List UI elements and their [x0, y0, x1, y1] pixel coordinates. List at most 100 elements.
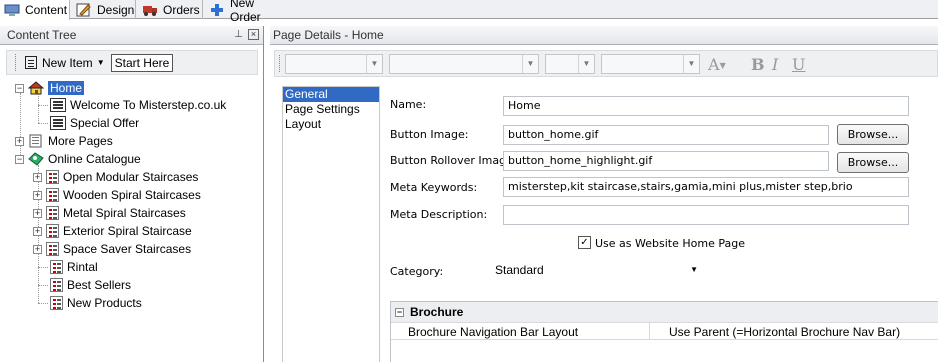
name-label: Name: — [390, 98, 427, 111]
tree-node-welcome[interactable]: Welcome To Misterstep.co.uk — [50, 96, 226, 114]
tree-node-space-saver[interactable]: + Space Saver Staircases — [33, 240, 191, 258]
main-tab-bar: Content Design Orders New Order — [0, 0, 938, 24]
browse-button-image[interactable]: Browse... — [837, 124, 909, 145]
tree-connector — [38, 93, 39, 123]
bold-button[interactable]: B — [751, 55, 765, 74]
tab-new-order[interactable]: New Order — [205, 0, 285, 24]
start-here-button[interactable]: Start Here — [110, 53, 174, 72]
button-image-field[interactable]: button_home.gif — [503, 125, 829, 145]
font-select[interactable]: ▼ — [389, 54, 539, 74]
tree-connector — [38, 123, 48, 124]
category-icon — [46, 206, 59, 220]
category-select[interactable]: Standard ▼ — [495, 263, 702, 281]
tree-node-best-sellers[interactable]: Best Sellers — [50, 276, 131, 294]
category-label: Category: — [390, 265, 444, 278]
tab-content[interactable]: Content — [0, 0, 70, 20]
section-general[interactable]: General — [283, 87, 379, 102]
chevron-down-icon: ▼ — [690, 265, 698, 274]
style-select[interactable]: ▼ — [285, 54, 383, 74]
collapse-toggle[interactable]: − — [395, 307, 404, 317]
paragraph-select[interactable]: ▼ — [601, 54, 700, 74]
tree-node-home[interactable]: − Home — [15, 79, 85, 97]
chevron-down-icon: ▼ — [719, 61, 726, 70]
font-size-select[interactable]: ▼ — [545, 54, 595, 74]
tree-node-label: Open Modular Staircases — [63, 170, 199, 184]
section-layout[interactable]: Layout — [283, 117, 379, 132]
expand-toggle[interactable]: + — [33, 172, 42, 182]
tree-node-label: Welcome To Misterstep.co.uk — [70, 98, 227, 112]
tree-node-rintal[interactable]: Rintal — [50, 258, 98, 276]
tree-node-label: More Pages — [48, 134, 113, 148]
tree-node-more-pages[interactable]: + More Pages — [15, 132, 113, 150]
tree-node-label: Rintal — [67, 260, 98, 274]
content-tree-header: Content Tree ⊥ × — [0, 26, 263, 45]
close-icon[interactable]: × — [248, 29, 259, 40]
chevron-down-icon: ▼ — [522, 55, 538, 73]
font-color-button[interactable]: A▼ — [708, 55, 726, 74]
meta-description-label: Meta Description: — [390, 208, 488, 221]
grid-divider — [649, 323, 650, 339]
tree-node-label: New Products — [67, 296, 142, 310]
content-icon — [4, 3, 20, 17]
page-details-header: Page Details - Home — [270, 26, 938, 45]
content-tree-title: Content Tree — [7, 28, 77, 42]
page-details-title: Page Details - Home — [273, 28, 384, 42]
tab-design[interactable]: Design — [72, 0, 136, 19]
tree-node-exterior-spiral[interactable]: + Exterior Spiral Staircase — [33, 222, 192, 240]
category-value: Standard — [495, 263, 544, 277]
format-toolbar: ▼ ▼ ▼ ▼ A▼ B I U — [274, 50, 938, 77]
new-item-label: New Item — [42, 55, 93, 70]
name-field[interactable]: Home — [503, 96, 909, 116]
tree-connector — [38, 267, 48, 268]
tree-connector — [38, 285, 48, 286]
collapse-toggle[interactable]: − — [15, 83, 24, 93]
section-page-settings[interactable]: Page Settings — [283, 102, 379, 117]
brochure-grid-empty-area — [391, 340, 938, 362]
content-tree-pane: Content Tree ⊥ × New Item ▼ Start Here − — [0, 26, 264, 362]
tree-node-metal-spiral[interactable]: + Metal Spiral Staircases — [33, 204, 186, 222]
home-page-checkbox-label: Use as Website Home Page — [595, 237, 745, 250]
brochure-section-title: Brochure — [410, 305, 464, 319]
tree-connector — [38, 303, 48, 304]
tree-node-label: Special Offer — [70, 116, 140, 130]
tree-node-open-modular[interactable]: + Open Modular Staircases — [33, 168, 198, 186]
expand-toggle[interactable]: + — [15, 136, 24, 146]
toolbar-grip — [15, 54, 18, 71]
tab-new-order-label: New Order — [230, 0, 261, 24]
category-icon — [50, 278, 63, 292]
page-icon — [50, 98, 66, 112]
tree-node-new-products[interactable]: New Products — [50, 294, 142, 312]
folder-icon — [28, 134, 44, 148]
expand-toggle[interactable]: + — [33, 190, 42, 200]
tree-node-label: Metal Spiral Staircases — [63, 206, 186, 220]
new-item-button[interactable]: New Item ▼ — [22, 54, 108, 72]
underline-button[interactable]: U — [792, 55, 805, 74]
tree-node-label: Wooden Spiral Staircases — [63, 188, 201, 202]
pin-icon[interactable]: ⊥ — [234, 29, 243, 40]
catalogue-icon — [28, 152, 44, 166]
home-page-checkbox[interactable]: ✓ — [578, 236, 591, 249]
browse-rollover-image[interactable]: Browse... — [837, 152, 909, 173]
meta-keywords-field[interactable]: misterstep,kit staircase,stairs,gamia,mi… — [503, 177, 909, 197]
tree-node-special-offer[interactable]: Special Offer — [50, 114, 139, 132]
brochure-section-header[interactable]: − Brochure — [395, 305, 463, 319]
brochure-nav-layout-row[interactable]: Brochure Navigation Bar Layout Use Paren… — [391, 322, 938, 340]
category-icon — [50, 296, 63, 310]
tree-node-label: Space Saver Staircases — [63, 242, 192, 256]
rollover-image-field[interactable]: button_home_highlight.gif — [503, 151, 829, 171]
category-icon — [46, 224, 59, 238]
italic-button[interactable]: I — [772, 55, 778, 74]
chevron-down-icon: ▼ — [683, 55, 699, 73]
collapse-toggle[interactable]: − — [15, 154, 24, 164]
button-image-label: Button Image: — [390, 128, 469, 141]
tree-node-wooden-spiral[interactable]: + Wooden Spiral Staircases — [33, 186, 201, 204]
expand-toggle[interactable]: + — [33, 244, 42, 254]
tree-node-online-catalogue[interactable]: − Online Catalogue — [15, 150, 141, 168]
expand-toggle[interactable]: + — [33, 208, 42, 218]
new-item-icon — [25, 56, 37, 69]
chevron-down-icon: ▼ — [366, 55, 382, 73]
expand-toggle[interactable]: + — [33, 226, 42, 236]
tab-orders[interactable]: Orders — [138, 0, 203, 19]
tree-connector — [38, 105, 48, 106]
meta-description-field[interactable] — [503, 205, 909, 225]
